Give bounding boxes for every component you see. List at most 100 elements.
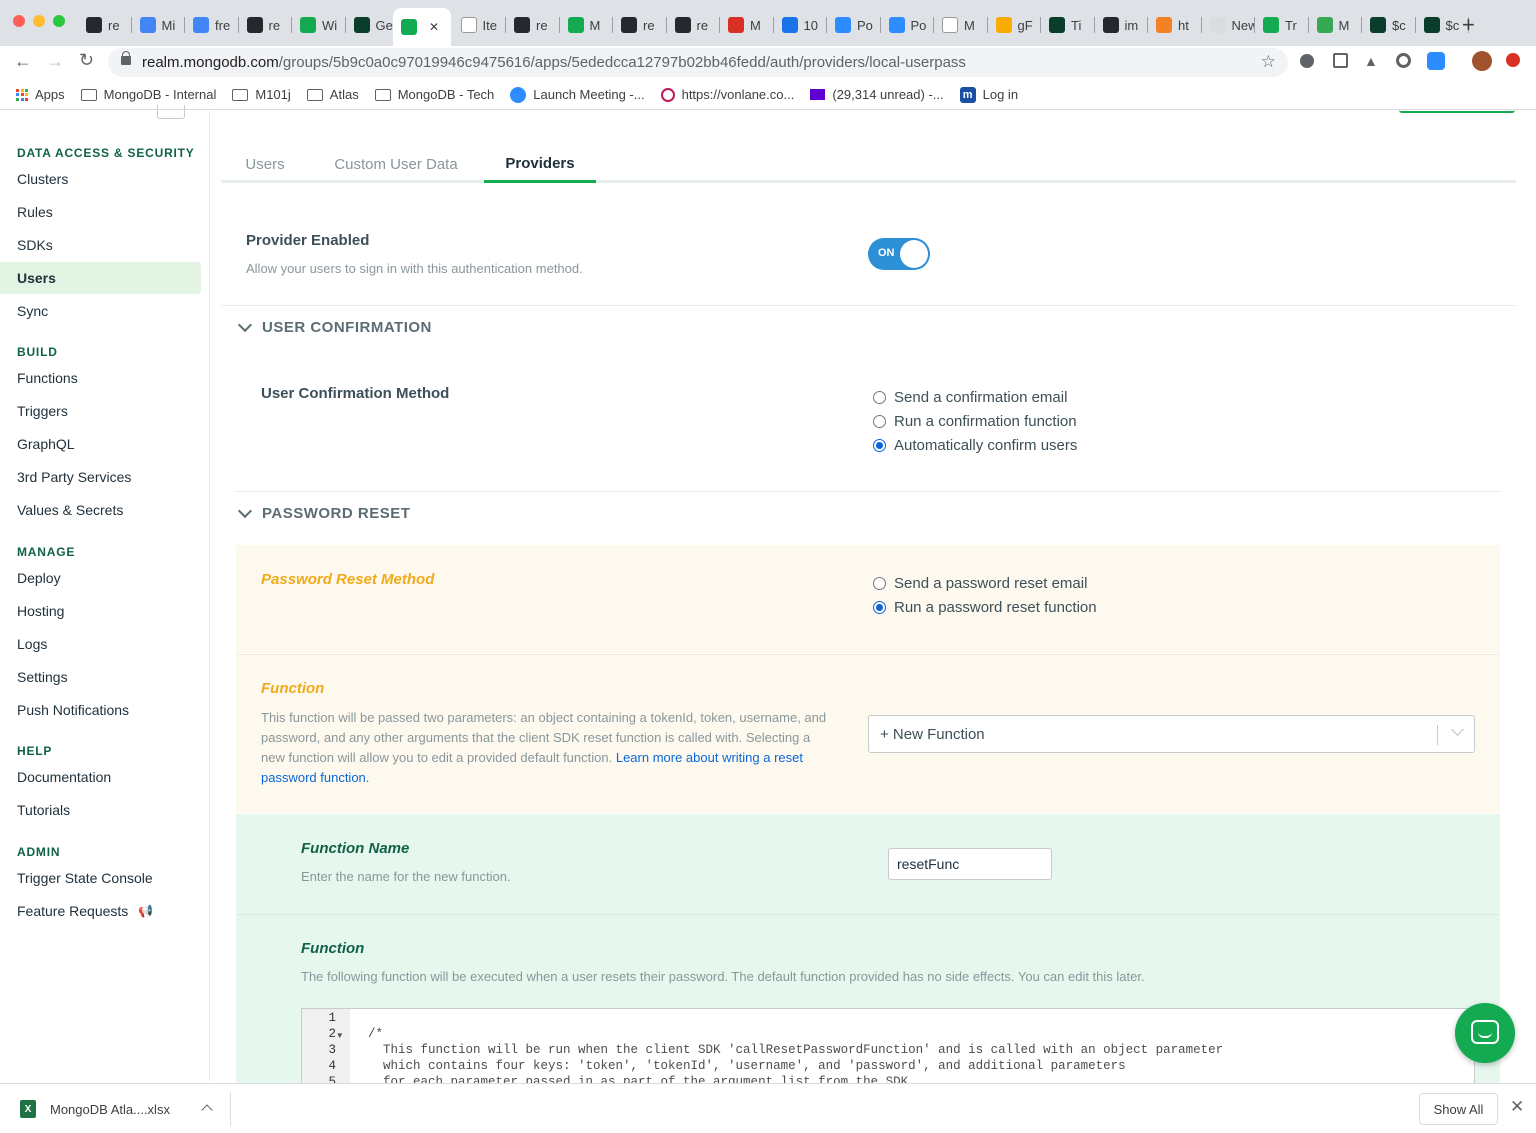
function-name-input[interactable] <box>888 848 1052 880</box>
sidebar-item-push-notifications[interactable]: Push Notifications <box>0 694 201 726</box>
browser-tab[interactable]: M <box>720 10 774 40</box>
user-confirmation-section-header[interactable]: USER CONFIRMATION <box>237 317 432 336</box>
sidebar-item-hosting[interactable]: Hosting <box>0 595 201 627</box>
close-tab-icon[interactable]: ✕ <box>429 20 439 34</box>
bookmark-vonlane[interactable]: https://vonlane.co... <box>660 87 794 102</box>
radio-button[interactable] <box>873 577 886 590</box>
browser-tab[interactable]: fre <box>185 10 239 40</box>
back-arrow-icon[interactable]: ← <box>14 51 32 72</box>
sidebar-item-sync[interactable]: Sync <box>0 295 201 327</box>
fold-marker-icon[interactable] <box>336 1011 350 1027</box>
browser-tab[interactable]: 10 <box>774 10 827 40</box>
sidebar-item-graphql[interactable]: GraphQL <box>0 428 201 460</box>
browser-tab[interactable]: gF <box>988 10 1041 40</box>
browser-tab[interactable]: M <box>934 10 988 40</box>
sidebar-item-functions[interactable]: Functions <box>0 362 201 394</box>
radio-send-password-reset-email[interactable]: Send a password reset email <box>873 575 1087 592</box>
sidebar-item-settings[interactable]: Settings <box>0 661 201 693</box>
sidebar-item-deploy[interactable]: Deploy <box>0 562 201 594</box>
sidebar-collapse-button[interactable] <box>157 105 185 119</box>
sidebar-item-3rd-party-services[interactable]: 3rd Party Services <box>0 461 201 493</box>
browser-tab[interactable]: New T <box>1202 10 1255 40</box>
sidebar-item-trigger-state-console[interactable]: Trigger State Console <box>0 862 201 894</box>
sidebar-item-triggers[interactable]: Triggers <box>0 395 201 427</box>
radio-run-confirmation-function[interactable]: Run a confirmation function <box>873 413 1077 430</box>
browser-tab-active[interactable]: ✕ <box>393 8 451 46</box>
browser-tab[interactable]: Tr <box>1255 10 1309 40</box>
show-all-button[interactable]: Show All <box>1419 1093 1498 1125</box>
close-downloads-icon[interactable]: ✕ <box>1510 1097 1524 1117</box>
browser-tab[interactable]: Po <box>827 10 881 40</box>
sidebar-item-values-secrets[interactable]: Values & Secrets <box>0 494 201 526</box>
bookmark-star-icon[interactable]: ☆ <box>1261 52 1276 72</box>
sidebar-item-logs[interactable]: Logs <box>0 628 201 660</box>
browser-tab[interactable]: re <box>78 10 132 40</box>
maximize-window-button[interactable] <box>53 15 65 27</box>
browser-tab[interactable]: re <box>613 10 667 40</box>
bookmark-mail[interactable]: (29,314 unread) -... <box>810 87 944 102</box>
sidebar-item-sdks[interactable]: SDKs <box>0 229 201 261</box>
radio-button[interactable] <box>873 415 886 428</box>
tab-custom-user-data[interactable]: Custom User Data <box>321 146 471 183</box>
browser-tab[interactable]: M <box>560 10 613 40</box>
profile-avatar[interactable] <box>1472 51 1492 71</box>
browser-tab[interactable]: $c <box>1362 10 1416 40</box>
chat-support-button[interactable] <box>1455 1003 1515 1063</box>
bookmark-zoom[interactable]: Launch Meeting -... <box>510 86 645 103</box>
update-icon[interactable] <box>1506 53 1520 67</box>
browser-tab[interactable]: $c <box>1416 10 1469 40</box>
browser-tab[interactable]: re <box>506 10 560 40</box>
extension-icon[interactable] <box>1333 53 1348 68</box>
browser-tab[interactable]: Po <box>881 10 934 40</box>
bookmark-folder[interactable]: MongoDB - Tech <box>374 87 494 102</box>
tab-providers[interactable]: Providers <box>484 146 596 183</box>
bookmark-folder[interactable]: Atlas <box>306 87 359 102</box>
sidebar-item-documentation[interactable]: Documentation <box>0 761 201 793</box>
browser-tab[interactable]: M <box>1309 10 1362 40</box>
reload-icon[interactable]: ↻ <box>79 50 94 71</box>
bookmark-apps[interactable]: Apps <box>16 87 65 102</box>
radio-button-selected[interactable] <box>873 439 886 452</box>
fold-marker-icon[interactable] <box>336 1043 350 1059</box>
radio-run-password-reset-function[interactable]: Run a password reset function <box>873 599 1097 616</box>
browser-tab[interactable]: Mi <box>132 10 185 40</box>
extension-icon[interactable] <box>1300 54 1314 68</box>
bookmark-login[interactable]: m Log in <box>959 86 1018 103</box>
address-bar[interactable]: realm.mongodb.com/groups/5b9c0a0c9701994… <box>108 48 1288 77</box>
drive-extension-icon[interactable]: ▲ <box>1364 53 1378 69</box>
sidebar-item-users[interactable]: Users <box>0 262 201 294</box>
radio-send-confirmation-email[interactable]: Send a confirmation email <box>873 389 1067 406</box>
provider-enabled-toggle[interactable]: ON <box>868 238 930 270</box>
tab-users[interactable]: Users <box>233 146 297 183</box>
close-window-button[interactable] <box>13 15 25 27</box>
browser-tab[interactable]: re <box>667 10 720 40</box>
browser-tab[interactable]: Ite <box>453 10 506 40</box>
sidebar-item-rules[interactable]: Rules <box>0 196 201 228</box>
new-tab-button[interactable]: + <box>1462 12 1475 38</box>
fold-marker-icon[interactable]: ▾ <box>336 1027 350 1043</box>
chevron-up-icon[interactable] <box>201 1104 213 1116</box>
password-reset-section-header[interactable]: PASSWORD RESET <box>237 503 410 522</box>
browser-tab[interactable]: im <box>1095 10 1148 40</box>
browser-tab[interactable]: re <box>239 10 292 40</box>
minimize-window-button[interactable] <box>33 15 45 27</box>
browser-tab[interactable]: ht <box>1148 10 1202 40</box>
extension-icon[interactable] <box>1396 53 1411 68</box>
bookmark-folder[interactable]: M101j <box>232 87 291 102</box>
radio-automatically-confirm-users[interactable]: Automatically confirm users <box>873 437 1077 454</box>
radio-button-selected[interactable] <box>873 601 886 614</box>
bookmark-folder[interactable]: MongoDB - Internal <box>80 87 216 102</box>
radio-button[interactable] <box>873 391 886 404</box>
browser-tab[interactable]: Wi <box>292 10 346 40</box>
deploy-button-edge[interactable] <box>1399 107 1515 113</box>
sidebar-item-tutorials[interactable]: Tutorials <box>0 794 201 826</box>
function-select-dropdown[interactable]: + New Function <box>868 715 1475 753</box>
sidebar-item-clusters[interactable]: Clusters <box>0 163 201 195</box>
download-file-name[interactable]: MongoDB Atla....xlsx <box>50 1102 170 1117</box>
browser-tab[interactable]: Ti <box>1041 10 1095 40</box>
browser-tab[interactable]: Ge <box>346 10 399 40</box>
forward-arrow-icon[interactable]: → <box>46 51 64 72</box>
fold-marker-icon[interactable] <box>336 1059 350 1075</box>
sidebar-item-feature-requests[interactable]: Feature Requests 📢 <box>0 895 201 927</box>
zoom-extension-icon[interactable] <box>1427 52 1445 70</box>
